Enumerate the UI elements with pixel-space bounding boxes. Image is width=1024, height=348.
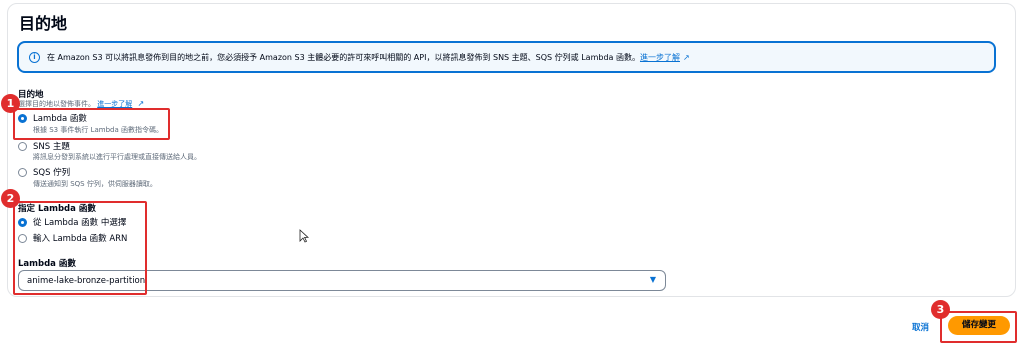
- cancel-button[interactable]: 取消: [912, 321, 929, 333]
- info-alert: i 在 Amazon S3 可以將訊息發佈到目的地之前，您必須授予 Amazon…: [17, 41, 996, 73]
- radio-sqs-queue[interactable]: SQS 佇列: [18, 166, 70, 178]
- radio-unselected-icon[interactable]: [18, 167, 27, 177]
- info-icon: i: [29, 51, 40, 63]
- destination-learn-more-link[interactable]: 進一步了解: [97, 100, 132, 108]
- section-title: 目的地: [19, 14, 68, 33]
- destination-description-text: 選擇目的地以發佈事件。: [18, 100, 95, 108]
- external-link-icon: ↗: [682, 52, 690, 62]
- annotation-badge-2: 2: [1, 189, 20, 208]
- mouse-cursor-icon: [299, 229, 309, 243]
- radio-label: SNS 主題: [33, 142, 70, 152]
- radio-unselected-icon[interactable]: [18, 141, 27, 151]
- caret-down-icon[interactable]: ▼: [650, 275, 656, 284]
- external-link-icon: ↗: [137, 99, 145, 108]
- radio-sqs-description: 傳送通知到 SQS 佇列，供伺服器讀取。: [33, 180, 157, 188]
- save-changes-button[interactable]: 儲存變更: [948, 316, 1010, 335]
- radio-sns-topic[interactable]: SNS 主題: [18, 140, 70, 152]
- annotation-badge-3: 3: [931, 300, 950, 319]
- radio-sns-description: 將訊息分發到系統以進行平行處理或直接傳送給人員。: [33, 153, 201, 161]
- info-text: 在 Amazon S3 可以將訊息發佈到目的地之前，您必須授予 Amazon S…: [47, 52, 640, 62]
- annotation-box-2: [13, 201, 147, 295]
- radio-label: SQS 佇列: [33, 168, 71, 178]
- annotation-badge-1: 1: [1, 94, 20, 113]
- info-learn-more-link[interactable]: 進一步了解: [640, 52, 680, 63]
- annotation-box-1: [13, 108, 170, 140]
